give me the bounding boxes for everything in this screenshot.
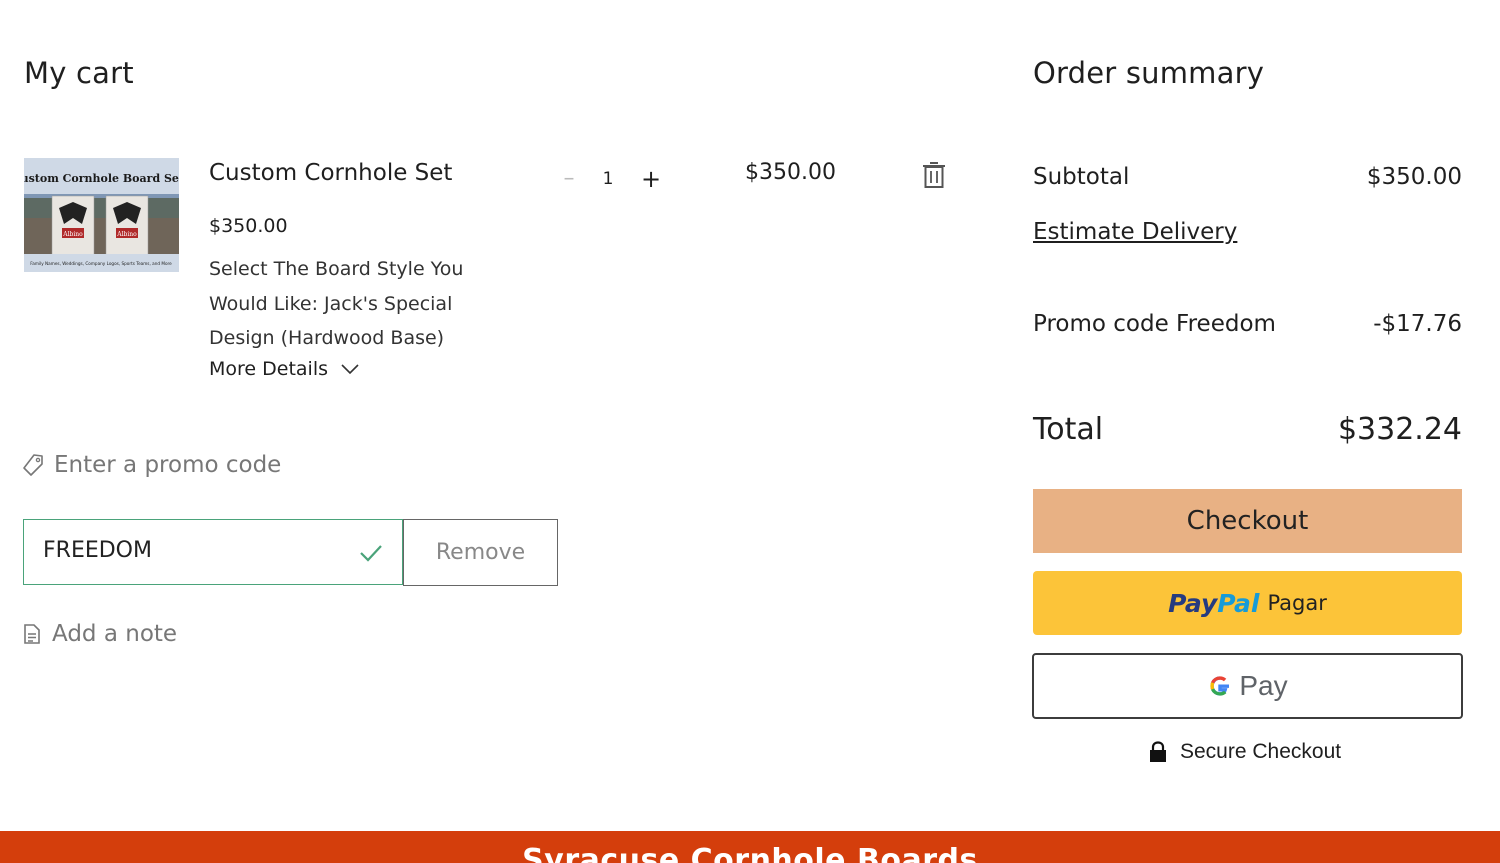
- note-icon: [24, 624, 40, 644]
- plus-icon[interactable]: +: [640, 165, 662, 193]
- paypal-logo: PayPal: [1168, 589, 1259, 618]
- google-pay-button[interactable]: Pay: [1032, 653, 1463, 719]
- image-board-label-left: Albino: [62, 231, 83, 238]
- image-board-label-right: Albino: [116, 231, 137, 238]
- promo-code-field[interactable]: [23, 519, 403, 585]
- image-caption: Family Names, Weddings, Company Logos, S…: [30, 261, 172, 266]
- checkmark-icon: [357, 541, 385, 565]
- secure-checkout-label: Secure Checkout: [1180, 740, 1342, 763]
- product-thumbnail[interactable]: Custom Cornhole Board Sets Albino Albino…: [24, 158, 179, 272]
- product-name[interactable]: Custom Cornhole Set: [209, 160, 452, 186]
- minus-icon[interactable]: –: [559, 166, 579, 194]
- chevron-down-icon: [341, 364, 359, 375]
- quantity-value[interactable]: 1: [598, 169, 618, 189]
- product-image: Custom Cornhole Board Sets Albino Albino…: [24, 158, 179, 272]
- footer-banner: Syracuse Cornhole Boards: [0, 831, 1500, 863]
- more-details-toggle[interactable]: More Details: [209, 358, 360, 380]
- secure-checkout: Secure Checkout: [1148, 740, 1341, 764]
- paypal-button[interactable]: PayPal Pagar: [1033, 571, 1462, 635]
- product-price: $350.00: [209, 215, 288, 237]
- total-value: $332.24: [1337, 412, 1462, 447]
- tag-icon: [23, 454, 43, 476]
- remove-promo-button[interactable]: Remove: [403, 519, 558, 586]
- estimate-delivery-link[interactable]: Estimate Delivery: [1033, 219, 1237, 245]
- checkout-button[interactable]: Checkout: [1033, 489, 1462, 553]
- product-option: Select The Board Style You Would Like: J…: [209, 258, 464, 349]
- subtotal-label: Subtotal: [1033, 164, 1130, 190]
- image-heading: Custom Cornhole Board Sets: [24, 172, 179, 185]
- promo-discount-value: -$17.76: [1373, 311, 1462, 337]
- subtotal-value: $350.00: [1366, 164, 1462, 190]
- banner-text: Syracuse Cornhole Boards: [522, 843, 978, 863]
- enter-promo-code-label: Enter a promo code: [54, 452, 282, 478]
- paypal-logo-pay: Pay: [1168, 588, 1218, 618]
- promo-discount-label: Promo code Freedom: [1033, 311, 1276, 337]
- trash-icon[interactable]: [921, 160, 947, 190]
- google-pay-label: Pay: [1239, 670, 1288, 701]
- promo-code-input[interactable]: [43, 538, 343, 563]
- enter-promo-code-link[interactable]: Enter a promo code: [22, 452, 281, 478]
- cart-title: My cart: [24, 56, 134, 90]
- order-summary-title: Order summary: [1033, 56, 1265, 90]
- total-label: Total: [1033, 412, 1104, 447]
- paypal-logo-pal: Pal: [1217, 588, 1260, 618]
- line-total: $350.00: [745, 160, 836, 185]
- more-details-label: More Details: [209, 358, 329, 380]
- add-note-label: Add a note: [52, 621, 178, 647]
- paypal-button-label: Pagar: [1267, 591, 1327, 615]
- google-g-icon: [1210, 676, 1230, 696]
- lock-icon: [1150, 741, 1166, 762]
- add-note-link[interactable]: Add a note: [22, 621, 177, 647]
